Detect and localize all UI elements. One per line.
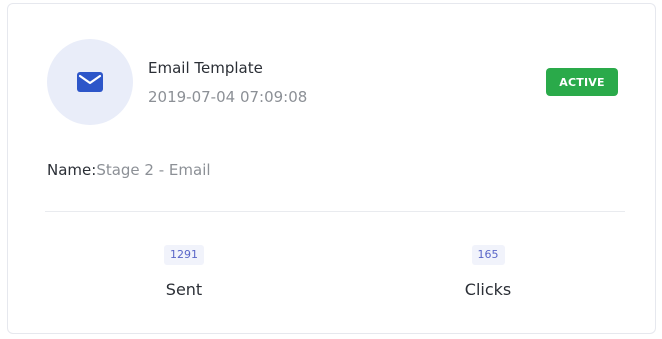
avatar <box>47 39 133 125</box>
stat-clicks: 165 Clicks <box>428 243 548 299</box>
stat-sent: 1291 Sent <box>124 243 244 299</box>
email-template-card: Email Template 2019-07-04 07:09:08 ACTIV… <box>7 3 656 334</box>
divider <box>45 211 625 212</box>
sent-count: 1291 <box>164 245 204 265</box>
clicks-count: 165 <box>471 245 505 265</box>
clicks-label: Clicks <box>464 280 512 299</box>
mail-icon <box>77 72 103 92</box>
created-timestamp: 2019-07-04 07:09:08 <box>148 88 308 106</box>
name-value: Stage 2 - Email <box>96 161 211 179</box>
name-row: Name:Stage 2 - Email <box>47 161 211 179</box>
name-label: Name: <box>47 161 97 179</box>
status-badge: ACTIVE <box>546 68 618 96</box>
sent-label: Sent <box>165 280 203 299</box>
template-type-title: Email Template <box>148 59 263 77</box>
